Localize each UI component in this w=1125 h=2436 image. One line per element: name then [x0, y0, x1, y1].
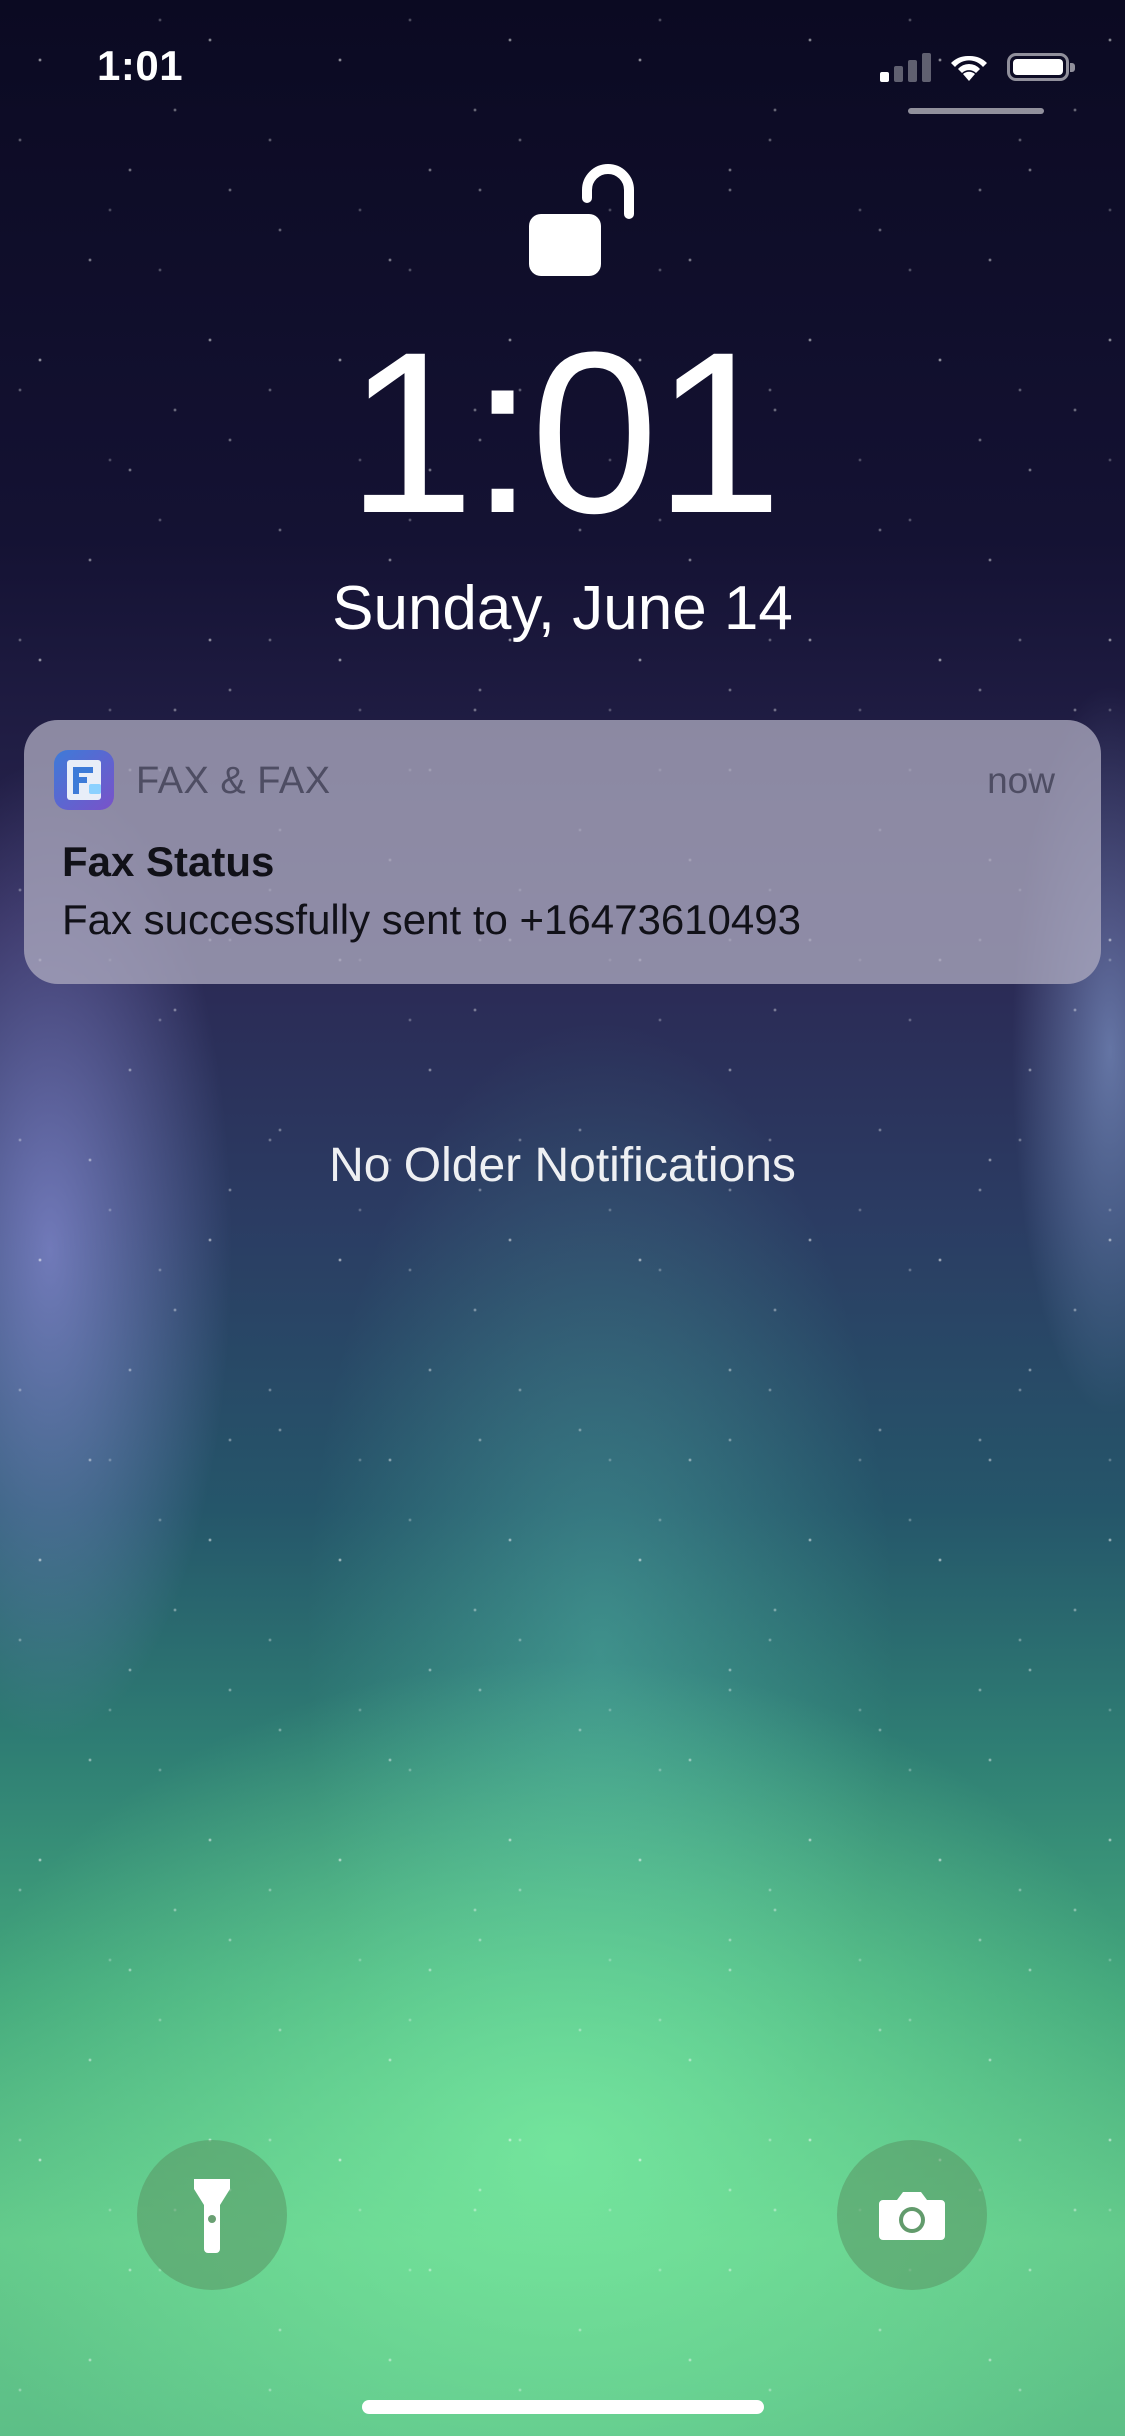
- camera-button[interactable]: [837, 2140, 987, 2290]
- flashlight-button[interactable]: [137, 2140, 287, 2290]
- notification-card[interactable]: FAX & FAX now Fax Status Fax successfull…: [24, 720, 1101, 984]
- cellular-signal-icon: [880, 52, 931, 82]
- control-center-handle[interactable]: [908, 108, 1044, 114]
- notification-body: Fax successfully sent to +16473610493: [62, 896, 801, 943]
- home-indicator[interactable]: [362, 2400, 764, 2414]
- fax-app-icon: [54, 750, 114, 810]
- battery-icon: [1007, 53, 1075, 81]
- wifi-icon: [951, 55, 987, 81]
- status-bar-time: 1:01: [97, 42, 184, 89]
- unlocked-padlock-icon: [529, 164, 634, 276]
- status-bar-indicators[interactable]: [880, 52, 1079, 82]
- notification-title: Fax Status: [62, 838, 275, 885]
- notification-time: now: [987, 760, 1055, 801]
- notification-app-name: FAX & FAX: [136, 760, 331, 802]
- camera-icon: [879, 2192, 945, 2240]
- lock-screen-time: 1:01: [346, 304, 783, 561]
- lock-screen-date: Sunday, June 14: [332, 574, 793, 643]
- flashlight-icon: [194, 2179, 230, 2253]
- no-older-notifications-label: No Older Notifications: [329, 1139, 796, 1192]
